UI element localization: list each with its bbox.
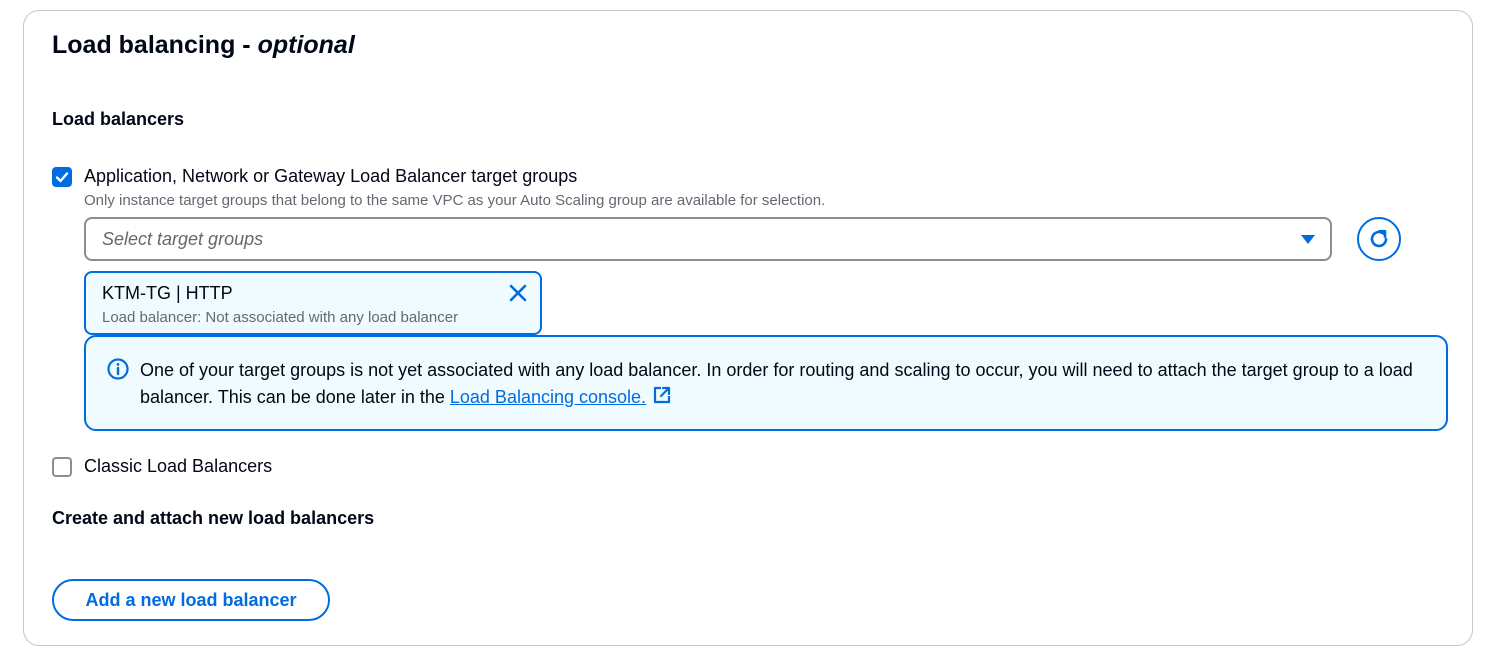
load-balancers-heading: Load balancers (52, 109, 185, 129)
check-icon (55, 172, 69, 183)
refresh-icon (1370, 229, 1388, 248)
add-new-load-balancer-button[interactable]: Add a new load balancer (52, 579, 330, 621)
alert-text: One of your target groups is not yet ass… (140, 360, 1413, 407)
info-alert: One of your target groups is not yet ass… (84, 335, 1448, 431)
target-groups-label[interactable]: Application, Network or Gateway Load Bal… (84, 166, 577, 187)
classic-load-balancers-label[interactable]: Classic Load Balancers (84, 456, 272, 477)
target-groups-select-placeholder: Select target groups (102, 229, 264, 249)
refresh-button[interactable] (1357, 217, 1401, 261)
classic-load-balancers-checkbox[interactable] (52, 457, 72, 477)
info-icon (107, 358, 129, 380)
section-title-optional: optional (257, 31, 355, 59)
load-balancing-container: Load balancing - optional Load balancers… (23, 10, 1473, 646)
target-groups-select[interactable]: Select target groups (84, 217, 1332, 261)
load-balancing-console-link[interactable]: Load Balancing console. (450, 387, 646, 407)
target-groups-checkbox[interactable] (52, 167, 72, 187)
section-title: Load balancing - optional (52, 31, 355, 60)
external-link-icon[interactable] (652, 385, 672, 405)
caret-down-icon (1301, 235, 1315, 244)
target-groups-description: Only instance target groups that belong … (84, 192, 826, 209)
token-title: KTM-TG | HTTP (102, 283, 233, 303)
alert-message: One of your target groups is not yet ass… (140, 357, 1420, 411)
close-icon[interactable] (506, 281, 530, 305)
section-title-text: Load balancing - (52, 31, 258, 59)
selected-target-group-token: KTM-TG | HTTP Load balancer: Not associa… (84, 271, 542, 335)
token-subtitle: Load balancer: Not associated with any l… (102, 309, 459, 326)
create-new-heading: Create and attach new load balancers (52, 508, 375, 528)
